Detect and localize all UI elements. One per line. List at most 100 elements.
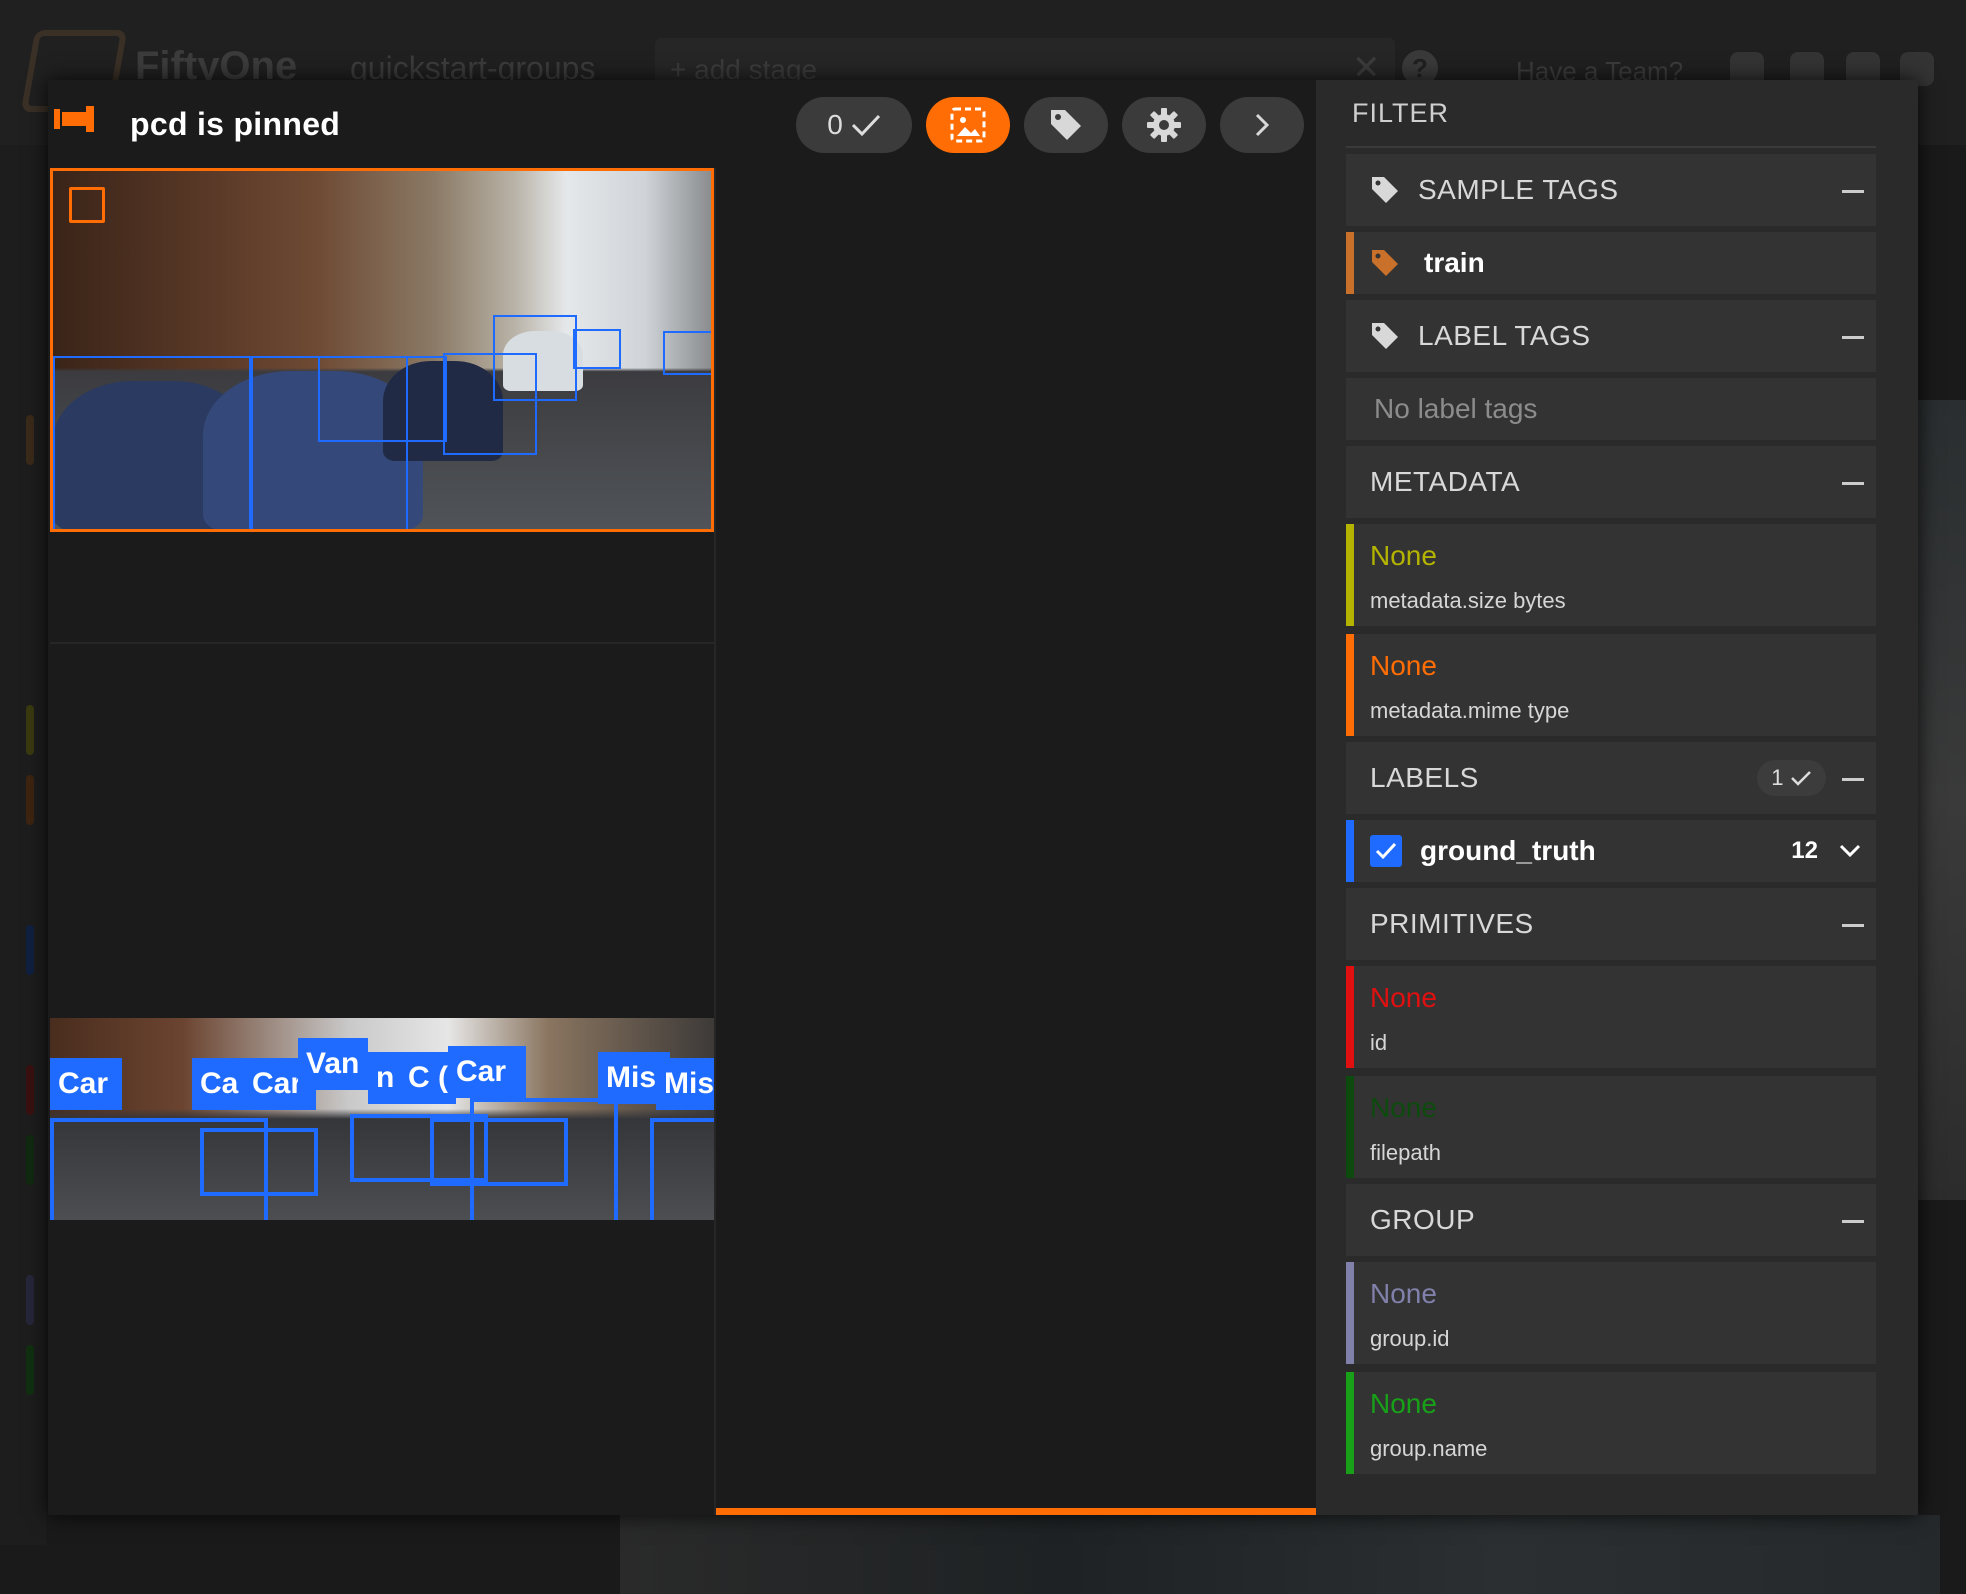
- detection-box: [493, 315, 577, 401]
- selected-count-button[interactable]: 0: [796, 97, 912, 153]
- detection-label: Car: [50, 1058, 122, 1110]
- gear-icon: [1147, 108, 1181, 142]
- background-grid-bottom: [620, 1515, 1940, 1594]
- field-group-name[interactable]: None group.name: [1346, 1372, 1876, 1474]
- collapse-icon[interactable]: [1842, 482, 1864, 485]
- field-filepath[interactable]: None filepath: [1346, 1076, 1876, 1178]
- color-accent: [1346, 524, 1354, 626]
- field-visibility-checkbox[interactable]: [1370, 835, 1402, 867]
- sample-tag-train[interactable]: train: [1346, 232, 1876, 294]
- filter-sidebar: FILTER SAMPLE TAGS train LABEL TAGS No l…: [1316, 80, 1918, 1515]
- next-sample-button[interactable]: [1220, 97, 1304, 153]
- field-value: None: [1370, 1388, 1437, 1419]
- field-path: metadata.size bytes: [1370, 588, 1566, 613]
- detection-box: [650, 1118, 714, 1220]
- field-path: group.id: [1370, 1326, 1450, 1351]
- detection-box: [573, 329, 621, 369]
- detection-box: [318, 356, 447, 442]
- selected-labels-pill[interactable]: 1: [1757, 760, 1826, 796]
- field-value: None: [1370, 1278, 1437, 1309]
- detection-label: Misc: [656, 1058, 714, 1110]
- detection-label: C: [400, 1052, 432, 1104]
- field-metadata-size-bytes[interactable]: None metadata.size bytes: [1346, 524, 1876, 626]
- label-tags-empty: No label tags: [1346, 378, 1876, 440]
- selected-labels-count: 1: [1771, 765, 1784, 790]
- color-accent: [1346, 232, 1354, 294]
- pin-icon: [54, 106, 94, 132]
- detection-label: Car: [448, 1046, 526, 1098]
- field-path: id: [1370, 1030, 1388, 1055]
- empty-text: No label tags: [1374, 393, 1538, 424]
- metadata-header[interactable]: METADATA: [1346, 446, 1876, 518]
- sample-tags-header[interactable]: SAMPLE TAGS: [1346, 154, 1876, 226]
- color-accent: [1346, 1262, 1354, 1364]
- tag-icon: [1051, 110, 1081, 140]
- modal-media-pane: pcd is pinned 0 Car Ca Car Van n C (Car…: [48, 80, 1316, 1515]
- sidebar-title: FILTER: [1352, 98, 1450, 128]
- tag-icon: [1372, 250, 1398, 276]
- field-name: ground_truth: [1420, 835, 1596, 866]
- color-accent: [1346, 1372, 1354, 1474]
- section-title: LABEL TAGS: [1418, 320, 1591, 351]
- background-grid-edge: [1915, 400, 1966, 1200]
- detection-box: [470, 1098, 618, 1220]
- section-title: METADATA: [1370, 466, 1521, 497]
- sample-modal: pcd is pinned 0 Car Ca Car Van n C (Car…: [48, 80, 1918, 1515]
- group-slice-carousel: Car Ca Car Van n C ( Car Mis Misc: [48, 168, 716, 1515]
- labels-header[interactable]: LABELS 1: [1346, 742, 1876, 814]
- section-title: PRIMITIVES: [1370, 908, 1534, 939]
- field-path: metadata.mime type: [1370, 698, 1570, 723]
- select-sample-checkbox[interactable]: [69, 187, 105, 223]
- tag-icon: [1372, 177, 1398, 203]
- tag-label: train: [1424, 247, 1485, 278]
- field-value: None: [1370, 540, 1437, 571]
- loading-progress-bar: [716, 1508, 1316, 1515]
- collapse-icon[interactable]: [1842, 1220, 1864, 1223]
- tag-button[interactable]: [1024, 97, 1108, 153]
- label-field-ground-truth[interactable]: ground_truth 12: [1346, 820, 1876, 882]
- field-path: filepath: [1370, 1140, 1441, 1165]
- settings-button[interactable]: [1122, 97, 1206, 153]
- field-metadata-mime-type[interactable]: None metadata.mime type: [1346, 634, 1876, 736]
- chevron-right-icon: [1255, 113, 1270, 137]
- color-accent: [1346, 1076, 1354, 1178]
- field-id[interactable]: None id: [1346, 966, 1876, 1068]
- chevron-down-icon[interactable]: [1838, 842, 1862, 860]
- collapse-icon[interactable]: [1842, 778, 1864, 781]
- label-tags-header[interactable]: LABEL TAGS: [1346, 300, 1876, 372]
- image-icon: [950, 107, 986, 143]
- check-icon: [1791, 771, 1811, 786]
- main-sample-image[interactable]: Car Ca Car Van n C ( Car Mis Misc: [50, 1018, 714, 1220]
- color-accent: [1346, 820, 1354, 882]
- label-count: 12: [1791, 837, 1818, 864]
- field-group-id[interactable]: None group.id: [1346, 1262, 1876, 1364]
- selected-count: 0: [827, 109, 843, 140]
- section-title: LABELS: [1370, 762, 1479, 793]
- group-sample-card[interactable]: [50, 168, 714, 532]
- field-path: group.name: [1370, 1436, 1488, 1461]
- sidebar-divider: [1346, 146, 1876, 148]
- tag-icon: [1372, 323, 1398, 349]
- field-value: None: [1370, 1092, 1437, 1123]
- section-title: GROUP: [1370, 1204, 1476, 1235]
- detection-box: [663, 331, 711, 375]
- check-icon: [851, 114, 880, 137]
- carousel-divider: [50, 642, 714, 644]
- check-icon: [1375, 842, 1397, 860]
- group-header[interactable]: GROUP: [1346, 1184, 1876, 1256]
- detection-box: [53, 356, 253, 529]
- detection-box: [200, 1128, 318, 1196]
- section-title: SAMPLE TAGS: [1418, 174, 1619, 205]
- collapse-icon[interactable]: [1842, 190, 1864, 193]
- collapse-icon[interactable]: [1842, 336, 1864, 339]
- field-value: None: [1370, 650, 1437, 681]
- pinned-status-text: pcd is pinned: [130, 106, 341, 142]
- media-view-button[interactable]: [926, 97, 1010, 153]
- background-sidebar: [0, 145, 46, 1545]
- collapse-icon[interactable]: [1842, 924, 1864, 927]
- primitives-header[interactable]: PRIMITIVES: [1346, 888, 1876, 960]
- field-value: None: [1370, 982, 1437, 1013]
- detection-label: Van: [298, 1038, 368, 1090]
- detection-label: n: [368, 1052, 404, 1104]
- color-accent: [1346, 634, 1354, 736]
